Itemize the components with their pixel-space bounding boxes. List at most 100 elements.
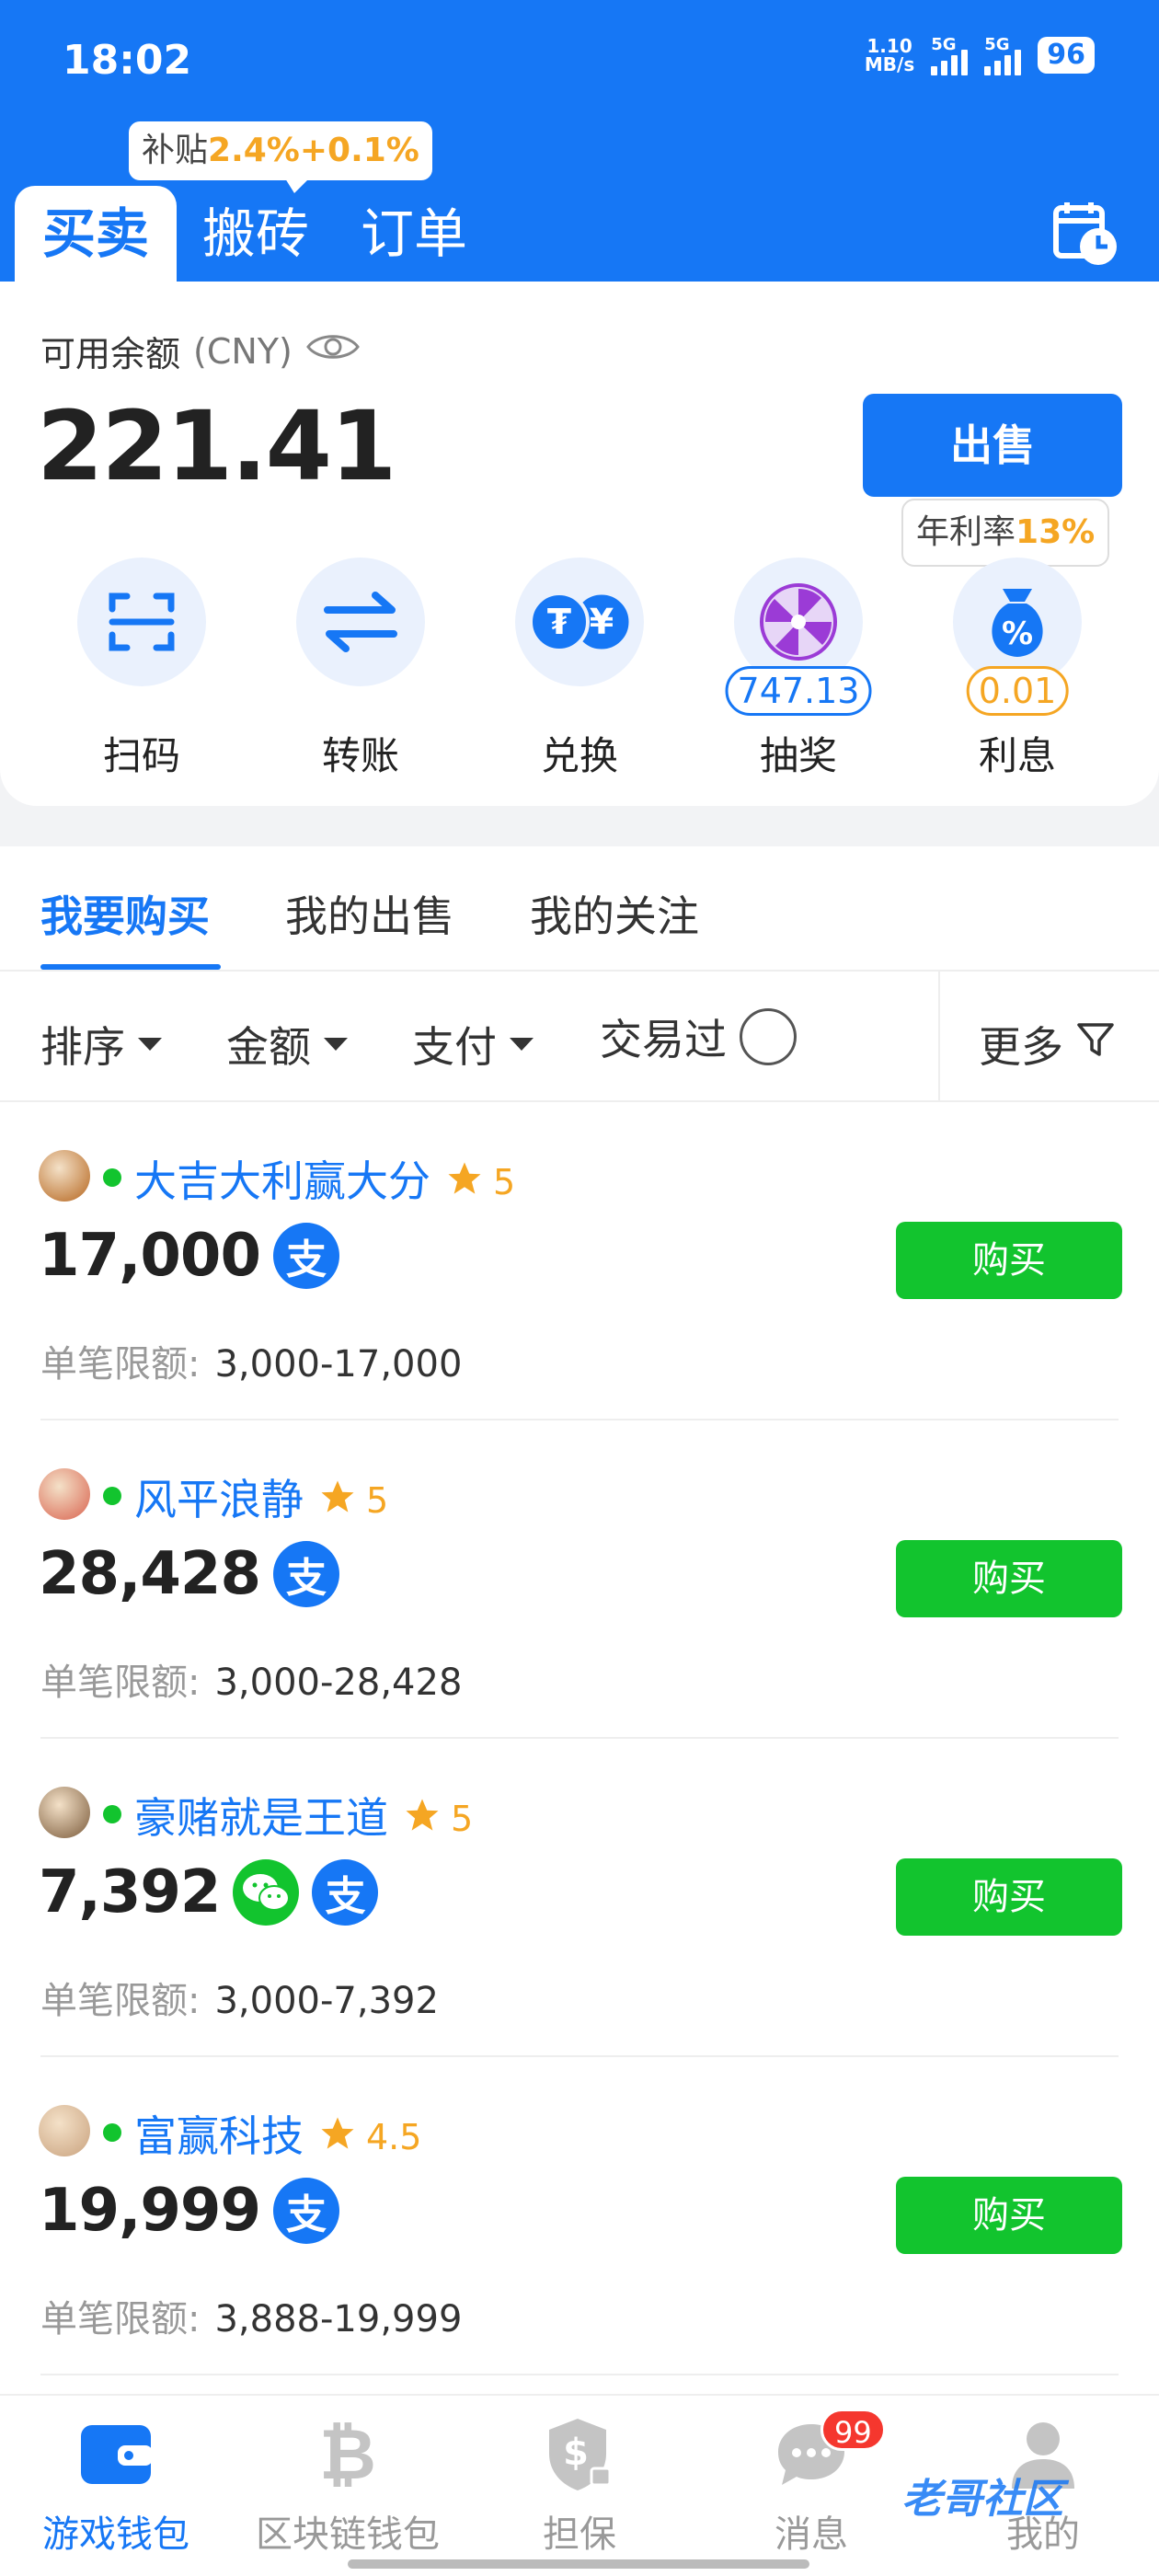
bitcoin-icon: ₿ bbox=[311, 2418, 384, 2491]
merchant-rating: 5 bbox=[451, 1799, 474, 1839]
caret-down-icon bbox=[324, 1038, 348, 1051]
action-lottery[interactable]: 747.13 抽奖 bbox=[706, 558, 890, 781]
tab-following[interactable]: 我的关注 bbox=[530, 883, 699, 944]
alipay-icon: 支 bbox=[272, 2178, 339, 2244]
avatar[interactable] bbox=[39, 1787, 90, 1838]
offer-row: 富赢科技 4.5 19,999 支单笔限额: 3,888-19,999 购买 bbox=[0, 2057, 1159, 2375]
tab-arbitrage[interactable]: 搬砖 bbox=[177, 186, 335, 282]
status-time: 18:02 bbox=[63, 37, 192, 84]
offer-limit: 单笔限额: 3,000-7,392 bbox=[40, 1980, 439, 2022]
market-tabs: 我要购买 我的出售 我的关注 bbox=[0, 846, 1159, 972]
tab-trade[interactable]: 买卖 bbox=[15, 186, 178, 282]
offer-amount: 19,999 bbox=[39, 2177, 261, 2245]
action-transfer[interactable]: 转账 bbox=[269, 558, 453, 781]
battery-icon: 96 bbox=[1038, 37, 1095, 74]
merchant-rating: 5 bbox=[493, 1162, 516, 1202]
offer-limit: 单笔限额: 3,000-17,000 bbox=[40, 1343, 463, 1386]
avatar[interactable] bbox=[39, 2105, 90, 2156]
quick-actions: 扫码 转账 ¥ ₮ 兑换 747.13 抽奖 % 0.01 利息 bbox=[0, 558, 1159, 778]
online-status-dot bbox=[103, 1168, 121, 1187]
lottery-balance: 747.13 bbox=[725, 666, 872, 716]
merchant-rating: 5 bbox=[366, 1480, 389, 1521]
merchant-name[interactable]: 豪赌就是王道 5 bbox=[134, 1785, 473, 1846]
star-icon bbox=[321, 2117, 354, 2149]
payment-filter[interactable]: 支付 bbox=[412, 1014, 534, 1075]
caret-down-icon bbox=[138, 1038, 162, 1051]
active-tab-indicator bbox=[40, 964, 221, 970]
app-screen: 18:02 1.10 MB/s 5G 5G 96 补贴2.4%+0.1% 买卖 … bbox=[0, 0, 1159, 2576]
online-status-dot bbox=[103, 1487, 121, 1505]
traded-filter[interactable]: 交易过 bbox=[600, 1006, 797, 1067]
nav-blockchain-wallet[interactable]: ₿ 区块链钱包 bbox=[237, 2418, 458, 2558]
tab-buy[interactable]: 我要购买 bbox=[40, 883, 210, 944]
signal-icon: 5G bbox=[984, 35, 1022, 75]
more-filter[interactable]: 更多 bbox=[979, 1014, 1115, 1075]
home-indicator[interactable] bbox=[348, 2559, 809, 2569]
offer-list: 大吉大利赢大分 5 17,000 支单笔限额: 3,000-17,000 购买 风平浪静 5 2… bbox=[0, 1102, 1159, 2394]
star-icon bbox=[448, 1162, 481, 1194]
avatar[interactable] bbox=[39, 1150, 90, 1202]
offer-limit: 单笔限额: 3,888-19,999 bbox=[40, 2298, 463, 2340]
funnel-icon bbox=[1076, 1019, 1115, 1069]
interest-balance: 0.01 bbox=[966, 666, 1069, 716]
star-icon bbox=[406, 1799, 439, 1831]
traded-radio[interactable] bbox=[740, 1008, 797, 1065]
svg-text:¥: ¥ bbox=[590, 602, 614, 642]
caret-down-icon bbox=[510, 1038, 534, 1051]
interest-rate-tooltip: 年利率13% bbox=[901, 499, 1110, 567]
transfer-icon bbox=[296, 558, 425, 686]
sell-button[interactable]: 出售 bbox=[863, 394, 1122, 497]
svg-text:₮: ₮ bbox=[547, 602, 571, 642]
offer-row: 大吉大利赢大分 5 17,000 支单笔限额: 3,000-17,000 购买 bbox=[0, 1102, 1159, 1420]
svg-text:$: $ bbox=[563, 2432, 589, 2474]
wallet-icon bbox=[79, 2418, 153, 2491]
sort-filter[interactable]: 排序 bbox=[40, 1014, 162, 1075]
svg-text:%: % bbox=[1002, 615, 1033, 652]
merchant-name[interactable]: 富赢科技 4.5 bbox=[134, 2103, 421, 2164]
buy-button[interactable]: 购买 bbox=[896, 1858, 1122, 1936]
offer-amount: 28,428 bbox=[39, 1540, 261, 1608]
action-exchange[interactable]: ¥ ₮ 兑换 bbox=[488, 558, 671, 781]
merchant-label: 大吉大利赢大分 bbox=[134, 1156, 430, 1206]
tab-my-sales[interactable]: 我的出售 bbox=[285, 883, 454, 944]
tab-orders[interactable]: 订单 bbox=[335, 186, 493, 282]
calendar-clock-icon[interactable] bbox=[1050, 199, 1120, 269]
buy-button[interactable]: 购买 bbox=[896, 2177, 1122, 2254]
unread-badge: 99 bbox=[820, 2409, 886, 2451]
eye-icon[interactable] bbox=[305, 330, 361, 372]
offer-amount-row: 17,000 支 bbox=[39, 1222, 339, 1290]
offer-amount: 17,000 bbox=[39, 1222, 261, 1290]
offer-amount-row: 19,999 支 bbox=[39, 2177, 339, 2245]
action-interest[interactable]: % 0.01 利息 bbox=[925, 558, 1109, 781]
online-status-dot bbox=[103, 1805, 121, 1823]
offer-row: 风平浪静 5 28,428 支单笔限额: 3,000-28,428 购买 bbox=[0, 1420, 1159, 1739]
nav-game-wallet[interactable]: 游戏钱包 bbox=[6, 2418, 226, 2558]
merchant-name[interactable]: 大吉大利赢大分 5 bbox=[134, 1148, 515, 1209]
avatar[interactable] bbox=[39, 1468, 90, 1520]
offer-row: 豪赌就是王道 5 7,392 支单笔限额: 3,000-7,392 购买 bbox=[0, 1739, 1159, 2057]
merchant-label: 豪赌就是王道 bbox=[134, 1793, 388, 1843]
amount-filter[interactable]: 金额 bbox=[226, 1014, 348, 1075]
balance-label: 可用余额 (CNY) bbox=[40, 326, 361, 376]
filter-bar: 排序 金额 支付 交易过 更多 bbox=[0, 972, 1159, 1102]
signal-icon: 5G bbox=[931, 35, 969, 75]
divider bbox=[40, 2374, 1119, 2375]
star-icon bbox=[321, 1480, 354, 1512]
subsidy-tooltip: 补贴2.4%+0.1% bbox=[129, 121, 432, 193]
nav-escrow[interactable]: $ 担保 bbox=[469, 2418, 690, 2558]
top-tabs: 买卖 搬砖 订单 bbox=[15, 186, 493, 282]
offer-amount-row: 28,428 支 bbox=[39, 1540, 339, 1608]
net-speed: 1.10 MB/s bbox=[864, 35, 915, 75]
buy-button[interactable]: 购买 bbox=[896, 1540, 1122, 1617]
buy-button[interactable]: 购买 bbox=[896, 1222, 1122, 1299]
wechat-icon bbox=[233, 1859, 300, 1926]
status-icons: 1.10 MB/s 5G 5G 96 bbox=[865, 35, 1095, 75]
online-status-dot bbox=[103, 2123, 121, 2142]
balance-card: 可用余额 (CNY) 221.41 出售 年利率13% 扫码 转账 ¥ ₮ 兑换… bbox=[0, 282, 1159, 806]
action-scan[interactable]: 扫码 bbox=[50, 558, 234, 781]
nav-messages[interactable]: 99 消息 bbox=[701, 2409, 922, 2558]
balance-value: 221.41 bbox=[37, 390, 396, 502]
merchant-name[interactable]: 风平浪静 5 bbox=[134, 1466, 388, 1527]
offer-amount: 7,392 bbox=[39, 1858, 221, 1926]
merchant-label: 富赢科技 bbox=[134, 2111, 304, 2161]
